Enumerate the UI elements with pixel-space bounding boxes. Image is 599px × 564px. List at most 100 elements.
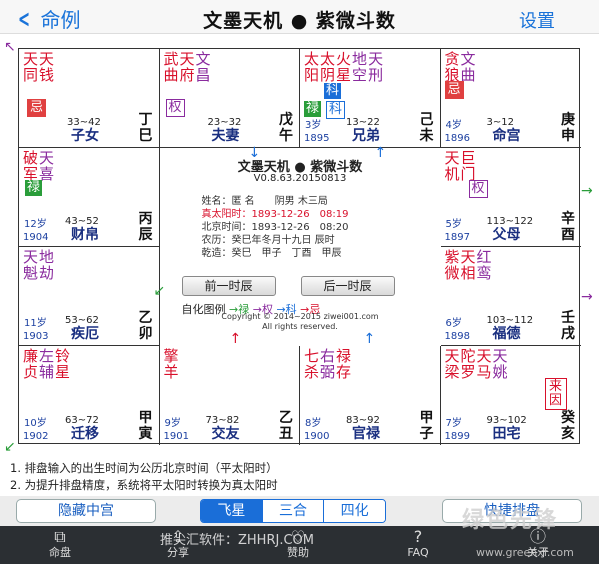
stem-branch: 庚申 — [561, 112, 575, 144]
year-label: 1896 — [444, 133, 470, 144]
palace-name: 田宅 — [492, 426, 521, 442]
star-name: 地劫 — [39, 248, 55, 282]
stem-branch: 乙丑 — [279, 410, 293, 442]
stem-branch: 丁巳 — [138, 112, 153, 144]
palace-cell[interactable]: 七杀右弼禄存 8岁 1900 83~92 官禄甲子 — [300, 346, 441, 445]
age-label: 11岁 — [24, 318, 47, 329]
age-label: 8岁 — [305, 418, 322, 429]
palace-name: 福德 — [492, 326, 521, 342]
palace-name: 疾厄 — [71, 326, 99, 342]
segment-feixing[interactable]: 飞星 — [201, 500, 263, 522]
star-name: 天姚 — [492, 347, 508, 381]
segment-sanhe[interactable]: 三合 — [262, 500, 325, 522]
star-name: 陀罗 — [460, 347, 476, 381]
year-label: 1902 — [23, 431, 49, 442]
star-name: 火星 — [336, 50, 352, 84]
tab-faq[interactable]: ? FAQ — [378, 526, 458, 564]
star-name: 文曲 — [460, 50, 476, 84]
palace-cell[interactable]: 贪狼文曲忌 4岁 1896 3~12 命宫庚申 — [440, 49, 581, 148]
transform-badge: 忌 — [27, 99, 47, 117]
palace-name: 兄弟 — [352, 128, 380, 144]
age-label: 7岁 — [445, 418, 462, 429]
corner-arrow-icon: ↙ — [4, 439, 16, 455]
age-label: 3岁 — [305, 120, 322, 131]
star-group: 擎羊 — [164, 348, 180, 380]
year-label: 1895 — [304, 133, 330, 144]
palace-name: 夫妻 — [211, 128, 240, 144]
note-line: 1. 排盘输入的出生时间为公历北京时间（平太阳时） — [10, 461, 278, 475]
star-name: 太阴 — [320, 50, 336, 84]
tab-label: FAQ — [407, 546, 429, 559]
palace-name: 父母 — [492, 227, 521, 243]
stem-branch: 乙卯 — [138, 310, 153, 342]
palace-cell[interactable]: 天机巨门权 5岁 1897 113~122 父母辛酉 — [440, 148, 581, 247]
star-group: 天梁陀罗天马天姚 — [445, 348, 509, 380]
transform-badge: 忌 — [444, 81, 464, 99]
center-panel: 文墨天机 ● 紫微斗数 V0.8.63.20150813 姓名：匿 名 阴男 木… — [154, 146, 441, 347]
star-name: 紫微 — [444, 248, 460, 282]
corner-arrow-icon: ↖ — [4, 39, 16, 55]
watermark: 绿色先锋 — [462, 508, 559, 533]
star-group: 七杀右弼禄存 — [304, 348, 352, 380]
star-name: 天同 — [23, 50, 39, 84]
palace-name: 官禄 — [352, 426, 380, 442]
chart-icon: ⧉ — [54, 527, 66, 546]
star-group: 太阳太阴火星地空天刑 — [304, 51, 384, 83]
palace-cell[interactable]: 擎羊 9岁 1901 73~82 交友乙丑 — [160, 346, 300, 445]
age-label: 5岁 — [445, 219, 462, 230]
year-label: 1900 — [304, 431, 330, 442]
palace-cell[interactable]: 太阳太阴火星地空天刑科禄科 3岁 1895 13~22 兄弟己未 — [300, 49, 441, 148]
star-group: 紫微天相红鸾 — [445, 249, 493, 281]
palace-name: 交友 — [211, 426, 240, 442]
side-arrow-icon: → — [581, 289, 593, 305]
palace-name: 子女 — [71, 128, 99, 144]
palace-cell[interactable]: 天梁陀罗天马天姚来因 7岁 1899 93~102 田宅癸亥 — [441, 346, 582, 445]
star-name: 武曲 — [163, 50, 179, 84]
next-hour-button[interactable]: 后一时辰 — [300, 276, 395, 296]
up-arrow-icon: ↑ — [363, 331, 376, 347]
transform-badge: 科 — [326, 101, 346, 119]
hide-center-button[interactable]: 隐藏中宫 — [16, 499, 156, 523]
chart-grid: 天同天钱忌 33~42 子女丁巳武曲天府文昌权 23~32 夫妻戊午太阳太阴火星地空天刑… — [18, 48, 582, 445]
faq-icon: ? — [413, 527, 423, 546]
star-group: 破军天喜 — [23, 150, 55, 182]
star-name: 天相 — [460, 248, 476, 282]
stem-branch: 己未 — [419, 112, 434, 144]
star-name: 巨门 — [460, 149, 476, 183]
stem-branch: 癸亥 — [561, 410, 575, 442]
star-name: 禄存 — [336, 347, 352, 381]
star-group: 贪狼文曲 — [445, 51, 477, 83]
transform-badge: 权 — [165, 99, 185, 117]
star-name: 天府 — [179, 50, 195, 84]
settings-button[interactable]: 设置 — [519, 7, 555, 33]
transform-badge: 权 — [468, 180, 488, 198]
palace-cell[interactable]: 天同天钱忌 33~42 子女丁巳 — [19, 49, 160, 148]
palace-cell[interactable]: 武曲天府文昌权 23~32 夫妻戊午 — [159, 49, 300, 148]
star-group: 天魁地劫 — [23, 249, 55, 281]
age-label: 12岁 — [24, 219, 47, 230]
palace-cell[interactable]: 天魁地劫 11岁 1903 53~62 疾厄乙卯 — [19, 247, 160, 346]
side-arrow-icon: → — [581, 183, 593, 199]
copyright: Copyright © 2014~2015 ziwei001.com All ri… — [160, 312, 441, 332]
stem-branch: 甲子 — [419, 410, 434, 442]
tab-chart[interactable]: ⧉ 命盘 — [20, 526, 100, 564]
star-name: 左辅 — [39, 347, 55, 381]
transform-badge: 来因 — [544, 378, 567, 410]
star-name: 红鸾 — [476, 248, 492, 282]
stem-branch: 辛酉 — [561, 211, 575, 243]
palace-cell[interactable]: 廉贞左辅铃星 10岁 1902 63~72 迁移甲寅 — [19, 346, 160, 445]
year-label: 1901 — [163, 431, 189, 442]
star-name: 天机 — [444, 149, 460, 183]
segment-sihua[interactable]: 四化 — [324, 500, 385, 522]
star-name: 贪狼 — [444, 50, 460, 84]
star-name: 太阳 — [304, 50, 320, 84]
prev-hour-button[interactable]: 前一时辰 — [181, 276, 276, 296]
age-label: 10岁 — [24, 418, 47, 429]
year-label: 1898 — [444, 331, 470, 342]
year-label: 1897 — [444, 232, 470, 243]
palace-cell[interactable]: 破军天喜禄 12岁 1904 43~52 财帛丙辰 — [19, 148, 160, 247]
year-label: 1899 — [444, 431, 470, 442]
app-title: 文墨天机 ● 紫微斗数 — [203, 10, 396, 32]
stem-branch: 丙辰 — [138, 211, 153, 243]
palace-cell[interactable]: 紫微天相红鸾 6岁 1898 103~112 福德壬戌 — [440, 247, 581, 346]
